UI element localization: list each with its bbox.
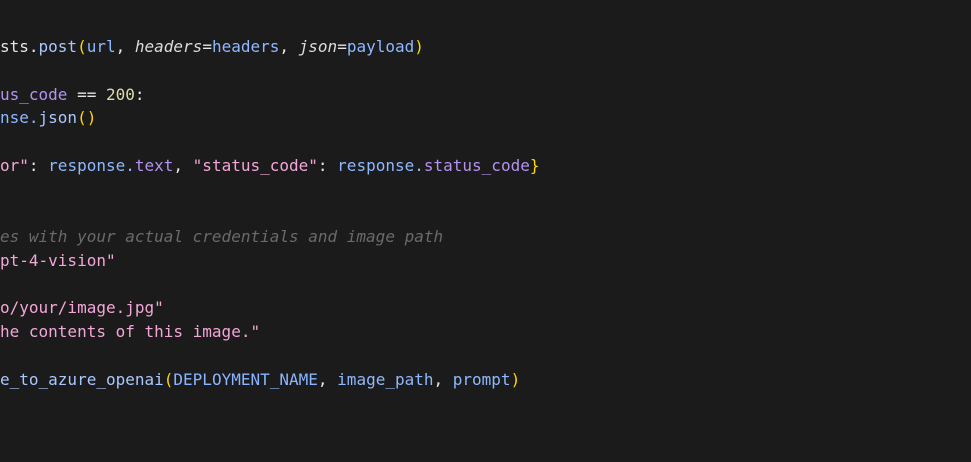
code-line-3: nse.json() <box>0 106 96 130</box>
code-token: () <box>77 108 97 127</box>
code-line-7: o/your/image.jpg" <box>0 296 164 320</box>
code-token: DEPLOYMENT_NAME <box>173 370 318 389</box>
code-token: : <box>317 156 338 175</box>
code-token: , <box>433 370 453 389</box>
code-token: o/your/image.jpg" <box>0 298 164 317</box>
code-token: image_path <box>337 370 434 389</box>
code-token: "status_code" <box>192 156 318 175</box>
code-token: ( <box>163 370 174 389</box>
code-token: es with your actual credentials and imag… <box>0 227 444 246</box>
code-token: headers <box>211 37 280 56</box>
code-line-4: or": response.text, "status_code": respo… <box>0 154 539 178</box>
code-token: ) <box>510 370 521 389</box>
code-line-9: e_to_azure_openai(DEPLOYMENT_NAME, image… <box>0 368 520 392</box>
code-token: nse. <box>0 108 39 127</box>
code-line-1: sts.post(url, headers=headers, json=payl… <box>0 35 424 59</box>
code-token: } <box>529 156 540 175</box>
code-token: ( <box>77 37 87 56</box>
code-token: he contents of this image." <box>0 322 261 341</box>
code-token: response. <box>337 156 424 175</box>
code-token: payload <box>346 37 415 56</box>
code-token: , <box>317 370 338 389</box>
code-token: 200 <box>105 85 135 104</box>
code-token: prompt <box>452 370 511 389</box>
code-token: status_code <box>423 156 530 175</box>
code-token: response. <box>48 156 135 175</box>
code-token: , <box>173 156 193 175</box>
code-token: e_to_azure_openai <box>0 370 164 389</box>
code-line-2: us_code == 200: <box>0 83 145 107</box>
code-token: = <box>337 37 347 56</box>
code-editor[interactable]: sts.post(url, headers=headers, json=payl… <box>0 0 971 462</box>
code-token: = <box>202 37 212 56</box>
code-line-5: es with your actual credentials and imag… <box>0 225 443 249</box>
code-token: post <box>38 37 78 56</box>
code-token: : <box>134 85 145 104</box>
code-line-8: he contents of this image." <box>0 320 260 344</box>
code-token: json <box>298 37 338 56</box>
code-token: us_code <box>0 85 68 104</box>
code-token: headers <box>134 37 203 56</box>
code-token: text <box>134 156 174 175</box>
code-token: ) <box>414 37 424 56</box>
code-line-6: pt-4-vision" <box>0 249 116 273</box>
code-token: == <box>67 85 106 104</box>
code-token: , <box>279 37 299 56</box>
code-token: pt-4-vision" <box>0 251 116 270</box>
code-token: : <box>28 156 49 175</box>
code-token: or" <box>0 156 29 175</box>
code-token: url <box>86 37 116 56</box>
code-token: sts. <box>0 37 39 56</box>
code-token: json <box>38 108 78 127</box>
code-token: , <box>115 37 135 56</box>
